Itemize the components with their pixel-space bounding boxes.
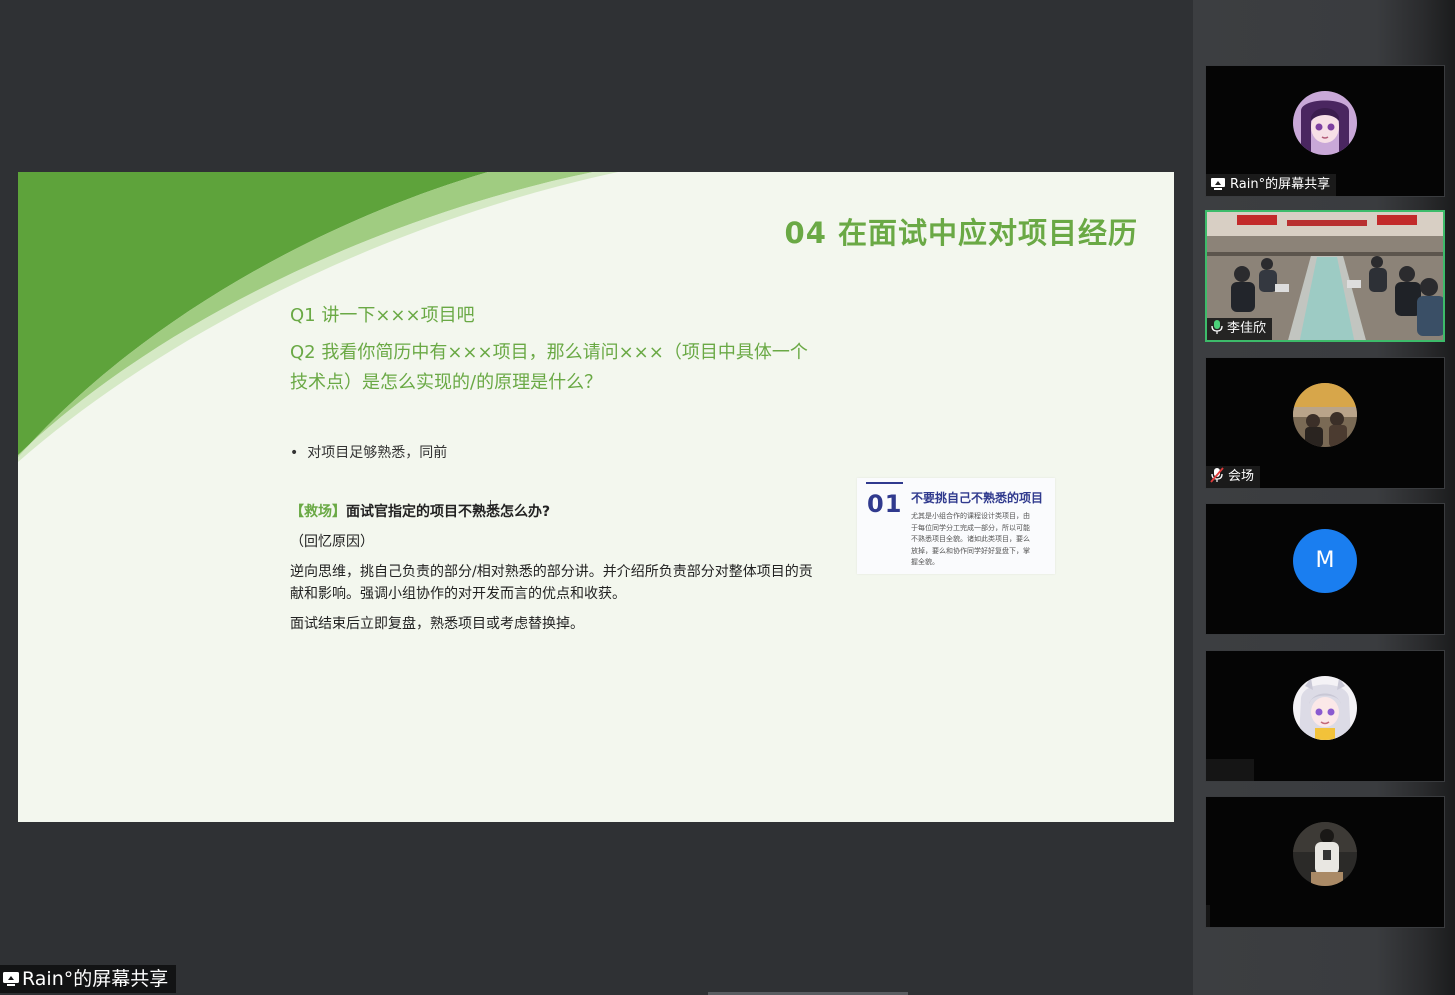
participant-name-label xyxy=(1206,759,1254,781)
screen-share-label[interactable]: Rain°的屏幕共享 xyxy=(0,965,177,993)
presentation-slide: 04 在面试中应对项目经历 Q1 讲一下×××项目吧 Q2 我看你简历中有×××… xyxy=(18,172,1174,822)
participant-name-label: 李佳欣 xyxy=(1207,318,1273,340)
bullet-text: 对项目足够熟悉，同前 xyxy=(307,445,448,461)
shared-screen-stage: 04 在面试中应对项目经历 Q1 讲一下×××项目吧 Q2 我看你简历中有×××… xyxy=(0,0,1193,995)
participant-tile-photo[interactable] xyxy=(1205,796,1445,928)
bullet-item: • 对项目足够熟悉，同前 xyxy=(290,442,447,462)
question-2-line-1: Q2 我看你简历中有×××项目，那么请问×××（项目中具体一个 xyxy=(290,342,808,363)
tip-card: 01 不要挑自己不熟悉的项目 尤其是小组合作的课程设计类项目，由于每位同学分工完… xyxy=(857,478,1055,574)
avatar xyxy=(1293,91,1357,155)
microphone-muted-icon xyxy=(1210,467,1224,483)
participant-name-label: 会场 xyxy=(1206,466,1261,488)
recall-text: （回忆原因） xyxy=(290,534,374,550)
tip-card-title: 不要挑自己不熟悉的项目 xyxy=(911,491,1044,505)
participant-tile-active-speaker[interactable]: 李佳欣 xyxy=(1205,210,1445,342)
participant-name: 李佳欣 xyxy=(1227,321,1267,336)
screen-share-icon xyxy=(1211,178,1225,190)
participant-name: Rain°的屏幕共享 xyxy=(1230,177,1331,192)
avatar xyxy=(1293,676,1357,740)
tip-card-number: 01 xyxy=(867,490,903,518)
tip-card-accent-bar xyxy=(866,482,903,484)
review-text: 面试结束后立即复盘，熟悉项目或考虑替换掉。 xyxy=(290,616,584,632)
participant-tile-anime[interactable] xyxy=(1205,650,1445,782)
microphone-icon xyxy=(1211,320,1223,334)
rescue-title: 面试官指定的项目不熟悉怎么办? xyxy=(346,504,551,520)
tip-card-body: 尤其是小组合作的课程设计类项目，由于每位同学分工完成一部分，所以可能不熟悉项目全… xyxy=(911,512,1030,567)
question-1: Q1 讲一下×××项目吧 xyxy=(290,305,475,326)
screen-share-icon xyxy=(3,972,19,986)
bullet-dot-icon: • xyxy=(290,445,299,461)
rescue-tag: 【救场】 xyxy=(290,504,346,520)
initial-avatar: M xyxy=(1293,529,1357,593)
participant-tile-screen-share[interactable]: Rain°的屏幕共享 xyxy=(1205,65,1445,197)
avatar xyxy=(1293,383,1357,447)
anime-avatar-icon xyxy=(1293,91,1357,155)
participant-tile-venue[interactable]: 会场 xyxy=(1205,357,1445,489)
person-photo-avatar-icon xyxy=(1293,822,1357,886)
participant-name: 会场 xyxy=(1228,469,1255,484)
screen-share-label-text: Rain°的屏幕共享 xyxy=(22,968,169,990)
avatar xyxy=(1293,822,1357,886)
participant-tile-m[interactable]: M xyxy=(1205,503,1445,635)
question-2-line-2: 技术点）是怎么实现的/的原理是什么？ xyxy=(290,372,603,393)
rescue-heading: 【救场】面试官指定的项目不熟悉怎么办? xyxy=(290,501,550,521)
reverse-thinking-line-2: 献和影响。强调小组协作的对开发而言的优点和收获。 xyxy=(290,586,626,602)
participant-name-label: Rain°的屏幕共享 xyxy=(1206,174,1337,196)
reverse-thinking-line-1: 逆向思维，挑自己负责的部分/相对熟悉的部分讲。并介绍所负责部分对整体项目的贡 xyxy=(290,564,813,580)
slide-title: 04 在面试中应对项目经历 xyxy=(784,216,1138,250)
anime-girl-avatar-icon xyxy=(1293,676,1357,740)
venue-photo-avatar-icon xyxy=(1293,383,1357,447)
participant-name-label xyxy=(1206,905,1210,927)
